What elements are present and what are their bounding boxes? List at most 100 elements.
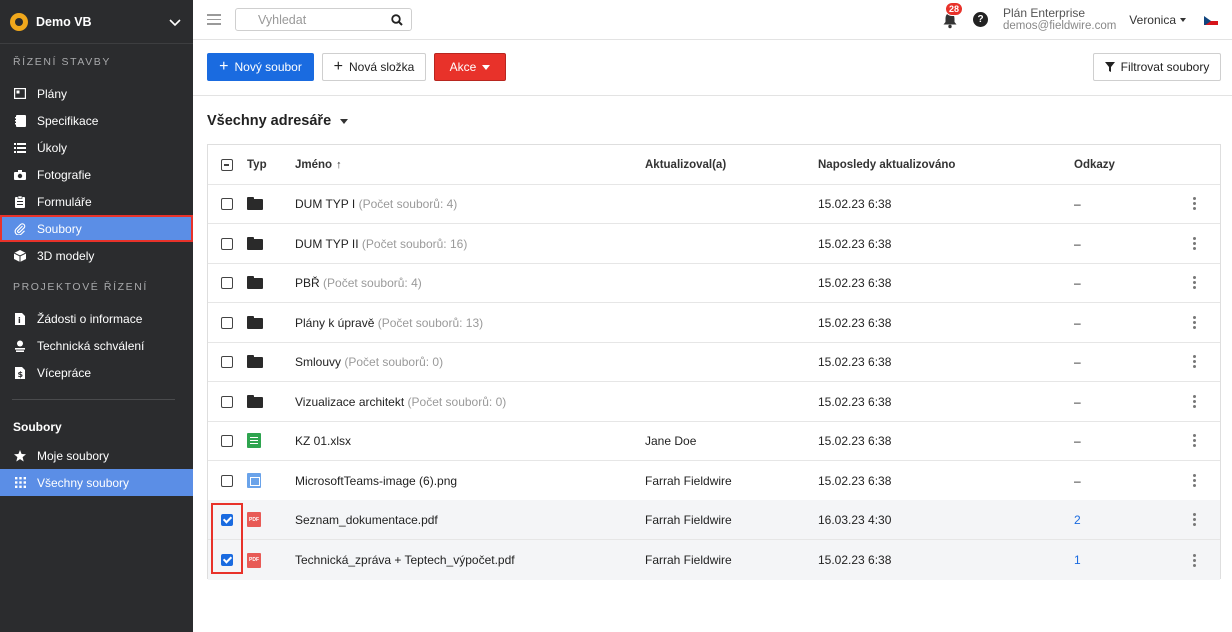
column-updated-at[interactable]: Naposledy aktualizováno: [818, 159, 955, 171]
row-menu-icon[interactable]: [1193, 195, 1197, 212]
table-row[interactable]: PBŘ (Počet souborů: 4) 15.02.23 6:38 –: [208, 263, 1220, 303]
table-row[interactable]: PDF Technická_zpráva + Teptech_výpočet.pd…: [208, 540, 1220, 580]
file-name[interactable]: Technická_zpráva + Teptech_výpočet.pdf: [295, 553, 515, 567]
column-type[interactable]: Typ: [247, 159, 267, 171]
table-row[interactable]: DUM TYP II (Počet souborů: 16) 15.02.23 6…: [208, 224, 1220, 264]
file-name-label: Seznam_dokumentace.pdf: [295, 512, 438, 527]
links-count: –: [1074, 394, 1081, 409]
actions-button[interactable]: Akce: [434, 53, 506, 81]
sidebar-item-3d-models[interactable]: 3D modely: [0, 242, 193, 269]
person-icon: [12, 339, 28, 353]
table-row[interactable]: KZ 01.xlsx Jane Doe 15.02.23 6:38 –: [208, 421, 1220, 461]
search-input[interactable]: Vyhledat: [235, 8, 412, 31]
sidebar-item-plans[interactable]: Plány: [0, 80, 193, 107]
file-name[interactable]: PBŘ (Počet souborů: 4): [295, 276, 422, 290]
row-menu-icon[interactable]: [1193, 552, 1197, 569]
row-menu-icon[interactable]: [1193, 472, 1197, 489]
caret-down-icon: [482, 64, 491, 70]
sort-arrow-up-icon: ↑: [336, 158, 342, 171]
column-updated-by[interactable]: Aktualizoval(a): [645, 159, 726, 171]
file-name[interactable]: Seznam_dokumentace.pdf: [295, 513, 438, 527]
file-name[interactable]: Vizualizace architekt (Počet souborů: 0): [295, 395, 506, 409]
clipboard-icon: [12, 195, 28, 209]
sidebar-item-files[interactable]: Soubory: [0, 215, 193, 242]
directory-selector[interactable]: Všechny adresáře: [207, 113, 349, 129]
sidebar-item-submittals[interactable]: Technická schválení: [0, 332, 193, 359]
svg-text:$: $: [18, 370, 24, 379]
pdf-icon: PDF: [247, 512, 261, 527]
file-name[interactable]: DUM TYP II (Počet souborů: 16): [295, 237, 467, 251]
links-count: –: [1074, 196, 1081, 211]
column-links[interactable]: Odkazy: [1074, 159, 1115, 171]
chevron-down-icon[interactable]: [167, 14, 183, 30]
sidebar-item-tasks[interactable]: Úkoly: [0, 134, 193, 161]
updated-at: 15.02.23 6:38: [818, 394, 892, 409]
folder-icon: [247, 316, 263, 329]
file-name[interactable]: DUM TYP I (Počet souborů: 4): [295, 197, 457, 211]
row-checkbox[interactable]: [221, 356, 233, 368]
updated-by: Jane Doe: [645, 433, 697, 448]
czech-flag-icon[interactable]: [1204, 15, 1218, 25]
file-name[interactable]: KZ 01.xlsx: [295, 434, 351, 448]
row-checkbox[interactable]: [221, 435, 233, 447]
table-row[interactable]: Smlouvy (Počet souborů: 0) 15.02.23 6:38 –: [208, 342, 1220, 382]
filter-files-button[interactable]: Filtrovat soubory: [1093, 53, 1221, 81]
file-name-label: Plány k úpravě: [295, 315, 375, 330]
row-menu-icon[interactable]: [1193, 274, 1197, 291]
table-row[interactable]: Vizualizace architekt (Počet souborů: 0)…: [208, 382, 1220, 422]
updated-at: 15.02.23 6:38: [818, 553, 892, 567]
new-file-button[interactable]: + Nový soubor: [207, 53, 314, 81]
camera-icon: [12, 168, 28, 182]
row-checkbox[interactable]: [221, 475, 233, 487]
specifications-icon: [12, 114, 28, 128]
row-checkbox[interactable]: [221, 277, 233, 289]
sidebar-divider: [12, 399, 175, 400]
table-row[interactable]: PDF Seznam_dokumentace.pdf Farrah Fieldwir…: [208, 500, 1220, 540]
sidebar-item-photos[interactable]: Fotografie: [0, 161, 193, 188]
table-row[interactable]: MicrosoftTeams-image (6).png Farrah Field…: [208, 461, 1220, 501]
file-name-label: MicrosoftTeams-image (6).png: [295, 473, 458, 488]
sidebar-item-my-files[interactable]: Moje soubory: [0, 442, 193, 469]
folder-icon: [247, 197, 263, 210]
sidebar-item-forms[interactable]: Formuláře: [0, 188, 193, 215]
column-name[interactable]: Jméno ↑: [295, 159, 342, 171]
row-menu-icon[interactable]: [1193, 393, 1197, 410]
sidebar-item-rfi[interactable]: i Žádosti o informace: [0, 305, 193, 332]
row-menu-icon[interactable]: [1193, 511, 1197, 528]
row-menu-icon[interactable]: [1193, 235, 1197, 252]
notifications-badge: 28: [945, 1, 964, 16]
row-checkbox[interactable]: [221, 198, 233, 210]
section-project-management: PROJEKTOVÉ ŘÍZENÍ: [13, 281, 148, 293]
links-count-link[interactable]: 2: [1074, 513, 1081, 527]
table-row[interactable]: DUM TYP I (Počet souborů: 4) 15.02.23 6:3…: [208, 184, 1220, 224]
row-menu-icon[interactable]: [1193, 314, 1197, 331]
updated-at: 15.02.23 6:38: [818, 196, 892, 211]
table-row[interactable]: Plány k úpravě (Počet souborů: 13) 15.02.…: [208, 303, 1220, 343]
hamburger-menu-icon[interactable]: [207, 11, 221, 28]
project-switcher[interactable]: Demo VB: [0, 0, 193, 44]
links-count-link[interactable]: 1: [1074, 553, 1081, 567]
file-name[interactable]: MicrosoftTeams-image (6).png: [295, 474, 457, 488]
file-name[interactable]: Plány k úpravě (Počet souborů: 13): [295, 316, 483, 330]
row-checkbox[interactable]: [221, 238, 233, 250]
row-checkbox[interactable]: [221, 396, 233, 408]
row-menu-icon[interactable]: [1193, 353, 1197, 370]
sidebar-item-all-files[interactable]: Všechny soubory: [0, 469, 193, 496]
notifications-button[interactable]: 28: [942, 1, 964, 29]
row-checkbox[interactable]: [221, 317, 233, 329]
sidebar-item-specifications[interactable]: Specifikace: [0, 107, 193, 134]
file-name-label: DUM TYP II: [295, 236, 359, 251]
select-all-checkbox[interactable]: [221, 159, 233, 171]
plan-email: demos@fieldwire.com: [1003, 19, 1117, 32]
new-folder-button[interactable]: + Nová složka: [322, 53, 426, 81]
row-menu-icon[interactable]: [1193, 432, 1197, 449]
sidebar-item-change-orders[interactable]: $ Vícepráce: [0, 359, 193, 386]
help-icon[interactable]: ?: [973, 12, 988, 27]
user-menu[interactable]: Veronica: [1129, 13, 1186, 27]
sidebar-item-label: Vícepráce: [37, 365, 92, 380]
grid-icon: [12, 476, 28, 490]
sidebar-item-label: Žádosti o informace: [37, 311, 143, 326]
svg-text:i: i: [18, 316, 21, 325]
new-folder-label: Nová složka: [348, 60, 415, 74]
file-name[interactable]: Smlouvy (Počet souborů: 0): [295, 355, 443, 369]
